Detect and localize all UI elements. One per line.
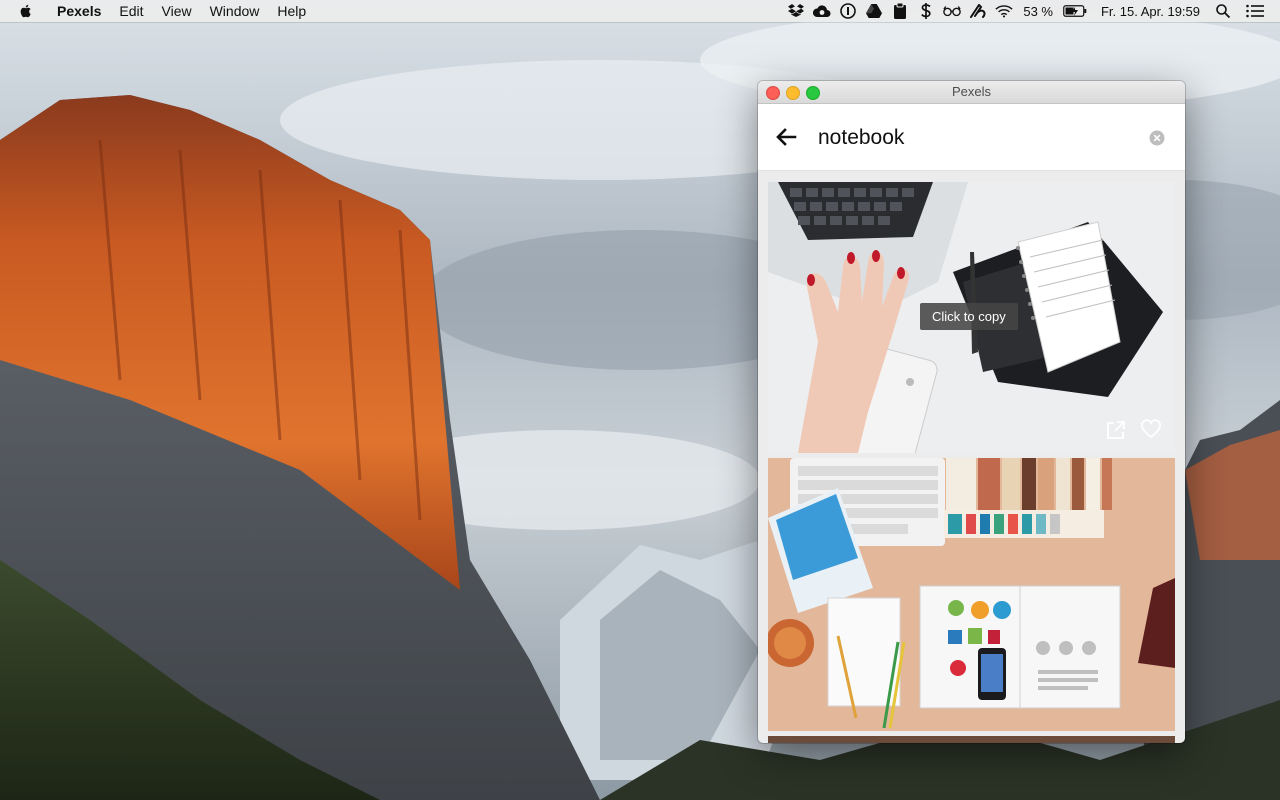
menu-bar-status: 53 % Fr. 15. Apr. 19:59	[783, 0, 1280, 22]
menu-window[interactable]: Window	[201, 0, 269, 22]
stylus-icon[interactable]	[969, 2, 987, 20]
minimize-window-button[interactable]	[786, 86, 800, 100]
search-bar	[758, 104, 1185, 171]
dropbox-icon[interactable]	[787, 2, 805, 20]
pexels-window: Pexels notebook Click to copy	[758, 81, 1185, 743]
menu-help[interactable]: Help	[268, 0, 315, 22]
close-window-button[interactable]	[766, 86, 780, 100]
photo-results-list[interactable]: Click to copy	[768, 182, 1175, 743]
heart-icon[interactable]	[1140, 418, 1162, 440]
spotlight-icon[interactable]	[1214, 2, 1232, 20]
google-drive-icon[interactable]	[865, 2, 883, 20]
photo-next-partial[interactable]	[768, 736, 1175, 743]
menu-app-name[interactable]: Pexels	[48, 0, 110, 22]
onepassword-icon[interactable]	[839, 2, 857, 20]
menu-bar-left: Pexels Edit View Window Help	[0, 0, 315, 22]
back-arrow-icon[interactable]	[775, 126, 797, 148]
photo-desk-flatlay[interactable]	[768, 458, 1175, 731]
clock[interactable]: Fr. 15. Apr. 19:59	[1101, 4, 1200, 19]
title-bar[interactable]: Pexels	[758, 81, 1185, 104]
clipboard-icon[interactable]	[891, 2, 909, 20]
apple-menu-icon[interactable]	[18, 3, 34, 19]
battery-icon[interactable]	[1063, 2, 1087, 20]
notification-center-icon[interactable]	[1246, 2, 1264, 20]
search-input[interactable]	[816, 122, 1140, 154]
open-external-icon[interactable]	[1105, 419, 1127, 441]
wifi-icon[interactable]	[995, 2, 1013, 20]
photo-laptop-notebook-hand[interactable]: Click to copy	[768, 182, 1175, 453]
glasses-icon[interactable]	[943, 2, 962, 20]
menu-bar: Pexels Edit View Window Help 53 % Fr. 15…	[0, 0, 1280, 22]
maximize-window-button[interactable]	[806, 86, 820, 100]
window-title: Pexels	[951, 84, 992, 99]
menu-edit[interactable]: Edit	[110, 0, 152, 22]
cloud-sync-icon[interactable]	[813, 2, 831, 20]
menu-view[interactable]: View	[153, 0, 201, 22]
clear-search-icon[interactable]	[1149, 130, 1165, 146]
battery-percentage: 53 %	[1023, 3, 1053, 19]
click-to-copy-tooltip: Click to copy	[920, 303, 1018, 330]
dollar-icon[interactable]	[917, 2, 935, 20]
